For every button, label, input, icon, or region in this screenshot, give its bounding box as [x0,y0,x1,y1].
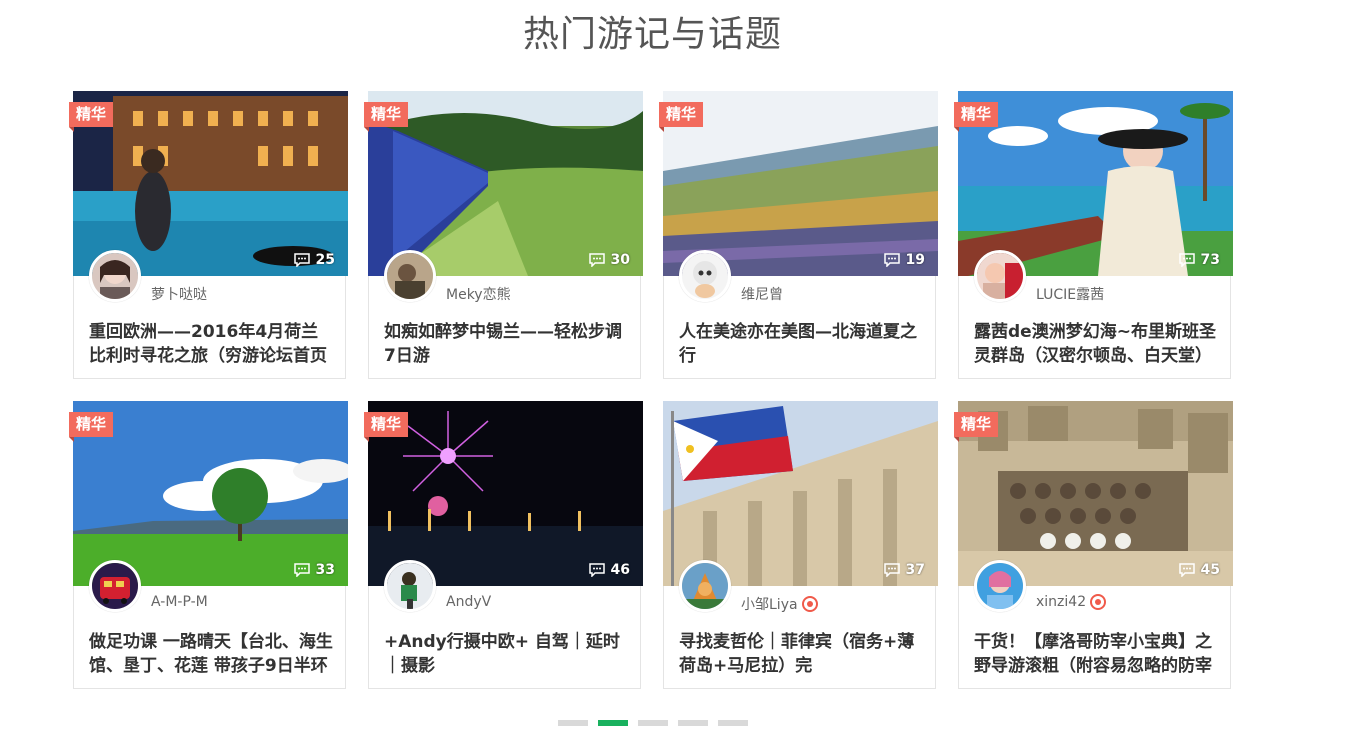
card-thumbnail[interactable] [958,401,1233,586]
card-title[interactable]: 干货！【摩洛哥防宰小宝典】之野导游滚粗（附容易忽略的防宰小 [974,630,1219,678]
author-name[interactable]: LUCIE露茜 [1036,284,1104,304]
author-name[interactable]: 小邹Liya [741,594,818,614]
author-label: xinzi42 [1036,594,1087,610]
author-label: A-M-P-M [151,594,208,610]
comment-count-value: 45 [1200,562,1220,578]
comment-count[interactable]: 73 [1178,252,1220,268]
card-title[interactable]: +Andy行摄中欧+ 自驾｜延时｜摄影 [384,630,629,678]
card-title[interactable]: 人在美途亦在美图—北海道夏之行 [679,320,924,368]
comment-icon [293,253,310,267]
card-thumbnail[interactable] [663,401,938,586]
comment-count-value: 25 [315,252,335,268]
comment-icon [1178,563,1195,577]
author-label: LUCIE露茜 [1036,287,1105,303]
pager-dot-active[interactable] [598,720,628,726]
comment-count[interactable]: 33 [293,562,335,578]
avatar[interactable] [679,250,731,302]
featured-badge: 精华 [364,412,409,442]
avatar[interactable] [89,250,141,302]
comment-icon [883,253,900,267]
comment-count-value: 46 [610,562,630,578]
card-title[interactable]: 如痴如醉梦中锡兰——轻松步调7日游 [384,320,629,368]
verified-icon [801,596,818,612]
comment-icon [588,563,605,577]
card-thumbnail[interactable] [368,91,643,276]
card-thumbnail[interactable] [73,401,348,586]
author-label: AndyV [446,594,492,610]
avatar[interactable] [89,560,141,612]
comment-count[interactable]: 37 [883,562,925,578]
author-name[interactable]: A-M-P-M [151,594,208,610]
card-thumbnail[interactable] [368,401,643,586]
comment-count[interactable]: 25 [293,252,335,268]
section-title: 热门游记与话题 [522,14,782,55]
author-name[interactable]: 维尼曾 [741,284,783,304]
comment-icon [1178,253,1195,267]
travelogue-card[interactable]: 精华 19 维尼曾 人在美途亦在美图—北海道夏之行 [659,91,938,379]
comment-count-value: 37 [905,562,925,578]
card-title[interactable]: 做足功课 一路晴天【台北、海生馆、垦丁、花莲 带孩子9日半环岛 [89,630,334,678]
comment-count[interactable]: 19 [883,252,925,268]
author-label: 萝卜哒哒 [151,287,207,303]
travelogue-card[interactable]: 精华 46 AndyV +Andy行摄中欧+ 自驾｜延时｜摄影 [364,401,643,689]
pager-dot[interactable] [558,720,588,726]
comment-count-value: 19 [905,252,925,268]
featured-badge: 精华 [69,412,114,442]
verified-icon [1090,594,1107,610]
comment-count[interactable]: 30 [588,252,630,268]
author-name[interactable]: xinzi42 [1036,594,1107,610]
card-thumbnail[interactable] [958,91,1233,276]
card-title[interactable]: 露茜de澳洲梦幻海~布里斯班圣灵群岛（汉密尔顿岛、白天堂）黄金 [974,320,1219,368]
comment-icon [588,253,605,267]
avatar[interactable] [384,560,436,612]
card-title[interactable]: 寻找麦哲伦｜菲律宾（宿务+薄荷岛+马尼拉）完 [679,630,924,678]
author-name[interactable]: Meky恋熊 [446,284,511,304]
carousel-pager [558,720,748,726]
author-name[interactable]: 萝卜哒哒 [151,284,207,304]
comment-icon [883,563,900,577]
author-name[interactable]: AndyV [446,594,491,610]
card-thumbnail[interactable] [663,91,938,276]
card-thumbnail[interactable] [73,91,348,276]
avatar[interactable] [974,250,1026,302]
featured-badge: 精华 [954,412,999,442]
featured-badge: 精华 [364,102,409,132]
pager-dot[interactable] [718,720,748,726]
comment-icon [293,563,310,577]
comment-count-value: 33 [315,562,335,578]
travelogue-card[interactable]: 精华 73 LUCIE露茜 露茜de澳洲梦幻海~布里斯班圣灵群岛（汉密尔顿岛、白… [954,91,1233,379]
featured-badge: 精华 [69,102,114,132]
comment-count-value: 30 [610,252,630,268]
author-label: 维尼曾 [741,287,783,303]
travelogue-card[interactable]: 精华 33 A-M-P-M 做足功课 一路晴天【台北、海生馆、垦丁、花莲 带孩子… [69,401,348,689]
comment-count-value: 73 [1200,252,1220,268]
featured-badge: 精华 [954,102,999,132]
card-title[interactable]: 重回欧洲——2016年4月荷兰比利时寻花之旅（穷游论坛首页推荐 [89,320,334,368]
travelogue-card[interactable]: 精华 30 Meky恋熊 如痴如醉梦中锡兰——轻松步调7日游 [364,91,643,379]
featured-badge: 精华 [659,102,704,132]
pager-dot[interactable] [638,720,668,726]
pager-dot[interactable] [678,720,708,726]
travelogue-card[interactable]: 37 小邹Liya 寻找麦哲伦｜菲律宾（宿务+薄荷岛+马尼拉）完 [663,401,938,689]
travelogue-card[interactable]: 精华 25 萝卜哒哒 重回欧洲——2016年4月荷兰比利时寻花之旅（穷游论坛首页… [69,91,348,379]
comment-count[interactable]: 46 [588,562,630,578]
avatar[interactable] [384,250,436,302]
author-label: 小邹Liya [741,597,798,613]
comment-count[interactable]: 45 [1178,562,1220,578]
avatar[interactable] [679,560,731,612]
author-label: Meky恋熊 [446,287,511,303]
travelogue-card[interactable]: 精华 45 xinzi42 干货！【摩洛哥防宰小宝典】之野导游滚粗（附容易忽略的… [954,401,1233,689]
avatar[interactable] [974,560,1026,612]
